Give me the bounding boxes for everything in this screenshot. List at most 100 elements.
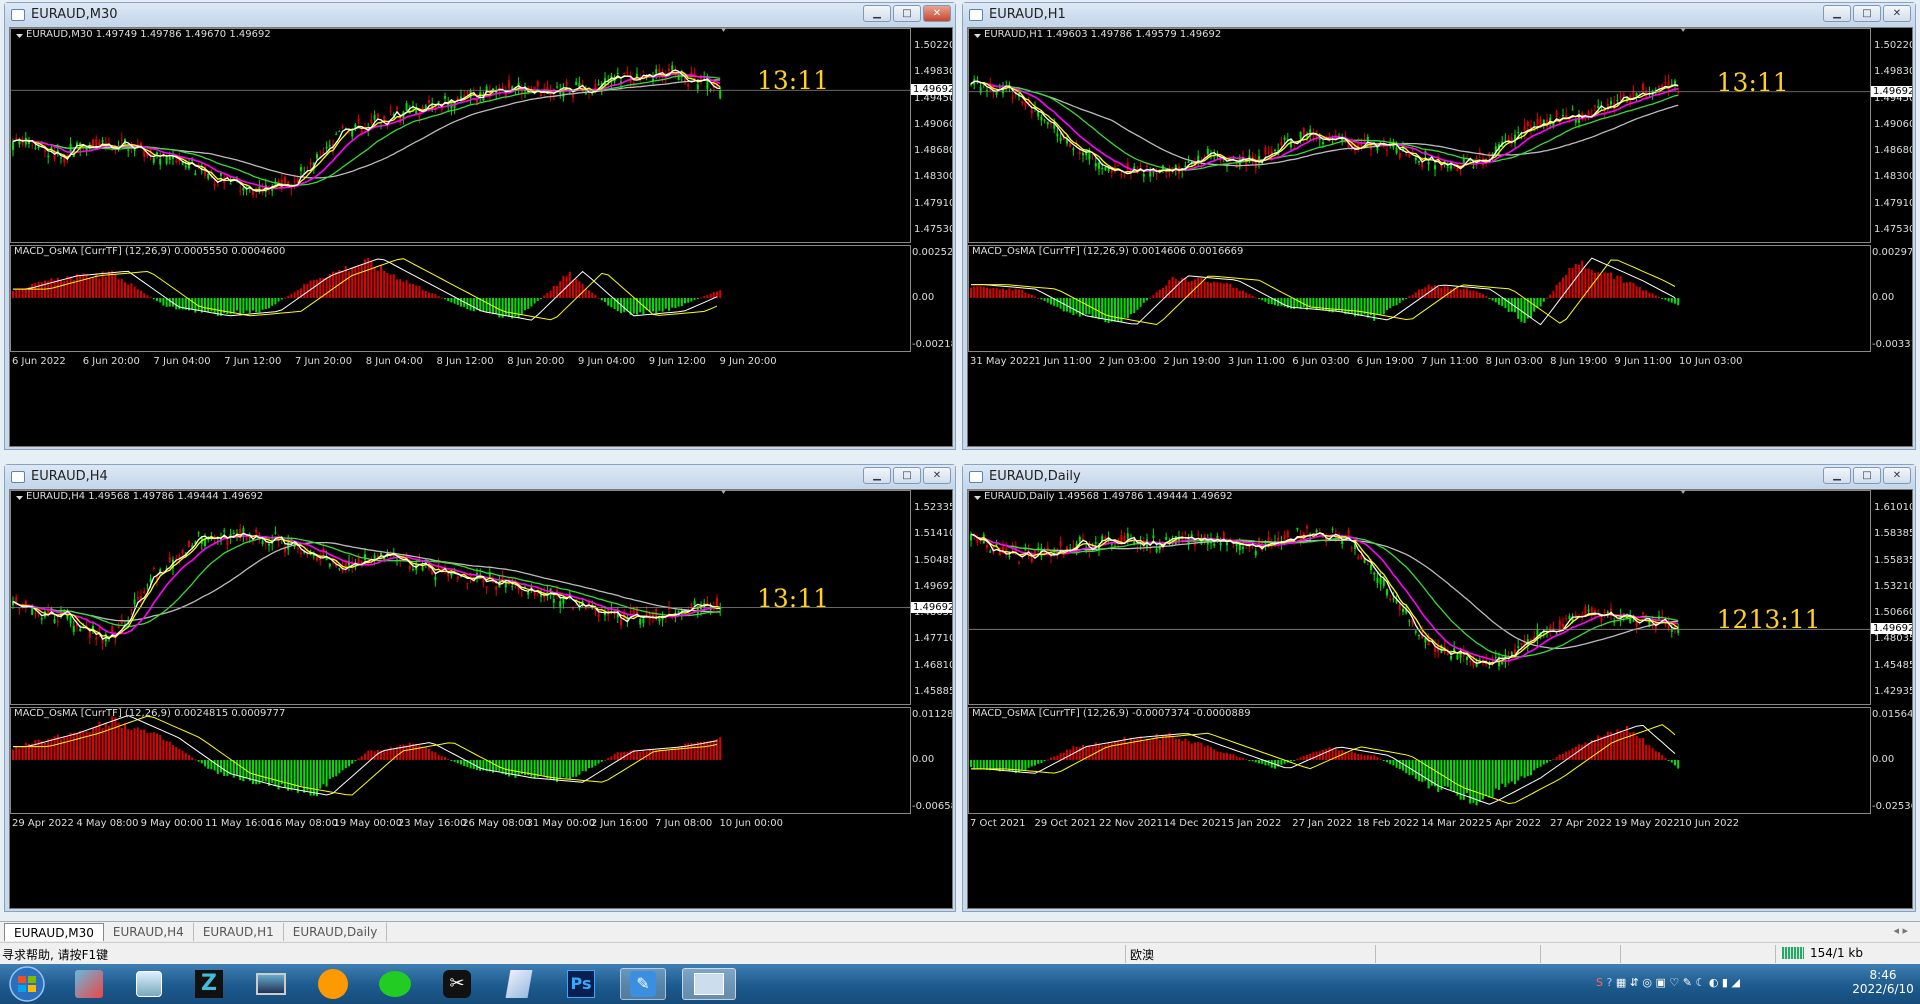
- window-titlebar[interactable]: EURAUD,Daily ▁ □ ✕: [963, 465, 1915, 488]
- maximize-button[interactable]: □: [1853, 467, 1881, 484]
- tab-euraud-daily[interactable]: EURAUD,Daily: [284, 923, 388, 941]
- taskbar-app-notes-icon[interactable]: [496, 968, 542, 1000]
- candle-body: [197, 532, 200, 534]
- maximize-button[interactable]: □: [893, 5, 921, 22]
- macd-histogram-bar: [242, 298, 245, 314]
- macd-histogram-bar: [1501, 298, 1504, 307]
- system-clock[interactable]: 8:46 2022/6/10: [1848, 968, 1918, 996]
- taskbar-app-orange-icon[interactable]: [310, 968, 356, 1000]
- macd-histogram-bar: [693, 298, 696, 300]
- minimize-button[interactable]: ▁: [863, 5, 891, 22]
- candle-body: [181, 162, 184, 165]
- time-axis-label: 9 Jun 20:00: [719, 356, 777, 367]
- price-scale-label: 1.46810: [914, 659, 953, 671]
- time-axis-label: 3 Jun 11:00: [1227, 356, 1285, 367]
- macd-histogram-bar: [1139, 736, 1142, 760]
- taskbar-app-users-icon[interactable]: [126, 968, 172, 1000]
- macd-histogram-bar: [124, 282, 126, 298]
- close-button[interactable]: ✕: [923, 467, 951, 484]
- macd-histogram-bar: [114, 717, 117, 760]
- taskbar-app-wechat-icon[interactable]: [372, 968, 418, 1000]
- close-button[interactable]: ✕: [1883, 467, 1911, 484]
- macd-histogram-bar: [360, 264, 363, 298]
- macd-histogram-bar: [1107, 742, 1110, 760]
- taskbar-app-z-icon[interactable]: Z: [186, 968, 232, 1000]
- macd-histogram-bar: [130, 283, 133, 298]
- candle-body: [152, 157, 155, 163]
- chart-window-daily[interactable]: EURAUD,Daily ▁ □ ✕ EURAUD,Daily 1.49568 1.…: [962, 464, 1916, 912]
- candle-body: [1322, 142, 1324, 145]
- start-button[interactable]: [2, 966, 52, 1002]
- macd-histogram-bar: [1027, 760, 1030, 768]
- tab-euraud-h4[interactable]: EURAUD,H4: [104, 923, 194, 941]
- candle-body: [1379, 577, 1382, 585]
- candle-body: [444, 95, 446, 99]
- candle-body: [989, 551, 992, 553]
- macd-histogram-bar: [1158, 289, 1161, 298]
- taskbar-app-pen-icon[interactable]: ✎: [620, 968, 666, 1000]
- macd-info-label: MACD_OsMA [CurrTF] (12,26,9) 0.0014606 0…: [972, 246, 1244, 257]
- chart-window-h4[interactable]: EURAUD,H4 ▁ □ ✕ EURAUD,H4 1.49568 1.49786 …: [4, 464, 956, 912]
- macd-histogram-bar: [194, 759, 197, 761]
- macd-histogram-bar: [687, 298, 690, 303]
- macd-histogram-bar: [354, 760, 357, 761]
- macd-histogram-bar: [517, 298, 520, 319]
- moving-average-white-line: [970, 80, 1679, 175]
- candle-body: [1322, 536, 1324, 538]
- price-scale-label: 1.45485: [1874, 659, 1913, 671]
- macd-histogram-bar: [1651, 748, 1654, 760]
- macd-histogram-bar: [719, 290, 722, 298]
- candle-body: [575, 81, 578, 85]
- chart-canvas[interactable]: EURAUD,H1 1.49603 1.49786 1.49579 1.4969…: [967, 27, 1913, 447]
- taskbar-app-metatrader-icon[interactable]: [66, 968, 112, 1000]
- window-titlebar[interactable]: EURAUD,H1 ▁ □ ✕: [963, 3, 1915, 26]
- macd-histogram-bar: [287, 760, 290, 791]
- macd-histogram-bar: [1670, 298, 1673, 303]
- macd-histogram-bar: [1024, 292, 1027, 298]
- macd-histogram-bar: [431, 751, 434, 760]
- macd-histogram-bar: [1350, 298, 1353, 314]
- window-titlebar[interactable]: EURAUD,M30 ▁ □ ✕: [5, 3, 955, 26]
- taskbar-app-chart-icon[interactable]: [682, 968, 736, 1000]
- tray-icons[interactable]: S ? ▦ ⇵ ◎ ▣ ♡ ✎ ☾ ◐ ▮ ◢: [1596, 976, 1740, 989]
- macd-histogram-bar: [1261, 760, 1264, 764]
- macd-histogram-bar: [1370, 298, 1372, 316]
- macd-histogram-bar: [1254, 760, 1257, 763]
- macd-histogram-bar: [1248, 294, 1251, 298]
- macd-histogram-bar: [639, 298, 642, 313]
- candle-body: [1283, 137, 1286, 140]
- chart-window-h1[interactable]: EURAUD,H1 ▁ □ ✕ EURAUD,H1 1.49603 1.49786 …: [962, 2, 1916, 450]
- minimize-button[interactable]: ▁: [863, 467, 891, 484]
- maximize-button[interactable]: □: [893, 467, 921, 484]
- time-axis-label: 9 Jun 11:00: [1614, 356, 1672, 367]
- time-axis-label: 16 May 08:00: [269, 818, 338, 829]
- chart-window-m30[interactable]: EURAUD,M30 ▁ □ ✕ EURAUD,M30 1.49749 1.4978…: [4, 2, 956, 450]
- chart-canvas[interactable]: EURAUD,H4 1.49568 1.49786 1.49444 1.4969…: [9, 489, 953, 909]
- window-titlebar[interactable]: EURAUD,H4 ▁ □ ✕: [5, 465, 955, 488]
- candle-body: [242, 187, 245, 191]
- maximize-button[interactable]: □: [1853, 5, 1881, 22]
- tab-euraud-h1[interactable]: EURAUD,H1: [194, 923, 284, 941]
- candle-body: [1274, 150, 1276, 152]
- close-button[interactable]: ✕: [923, 5, 951, 22]
- close-button[interactable]: ✕: [1883, 5, 1911, 22]
- candle-body: [1216, 535, 1219, 539]
- candle-body: [626, 72, 629, 74]
- chart-canvas[interactable]: EURAUD,M30 1.49749 1.49786 1.49670 1.496…: [9, 27, 953, 447]
- taskbar-app-capcut-icon[interactable]: ✂: [434, 968, 480, 1000]
- main-pane-border: [968, 490, 1871, 705]
- macd-histogram-bar: [1414, 292, 1417, 298]
- macd-histogram-bar: [1661, 755, 1664, 760]
- macd-histogram-bar: [1280, 298, 1283, 306]
- macd-histogram-bar: [1578, 264, 1580, 298]
- taskbar-app-monitor-icon[interactable]: [248, 968, 294, 1000]
- taskbar-app-photoshop-icon[interactable]: Ps: [558, 968, 604, 1000]
- chart-canvas[interactable]: EURAUD,Daily 1.49568 1.49786 1.49444 1.4…: [967, 489, 1913, 909]
- minimize-button[interactable]: ▁: [1823, 5, 1851, 22]
- tab-scroll-arrows[interactable]: ◂ ▸: [1893, 924, 1908, 937]
- price-scale-label: 1.52335: [914, 502, 953, 513]
- tab-euraud-m30[interactable]: EURAUD,M30: [4, 923, 104, 941]
- minimize-button[interactable]: ▁: [1823, 467, 1851, 484]
- macd-histogram-bar: [50, 738, 53, 760]
- macd-histogram-bar: [1181, 740, 1184, 760]
